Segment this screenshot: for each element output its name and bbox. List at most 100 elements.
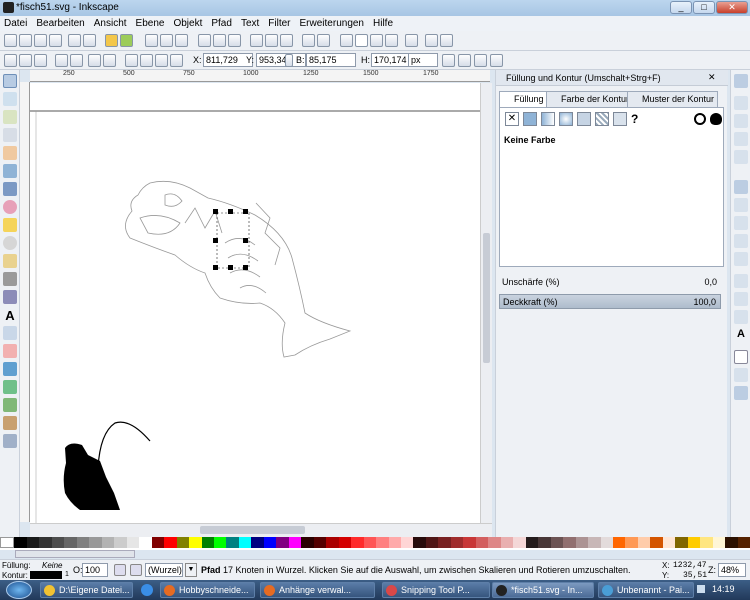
scale-corners-icon[interactable] xyxy=(458,54,471,67)
deselect-icon[interactable] xyxy=(34,54,47,67)
blur-row[interactable]: Unschärfe (%) 0,0 xyxy=(499,275,721,290)
layer-select[interactable]: (Wurzel) xyxy=(145,563,183,577)
lower-icon[interactable] xyxy=(155,54,168,67)
taskbar-item-firefox-1[interactable]: Hobbyschneide... xyxy=(160,582,255,598)
snap-midpoints-icon[interactable] xyxy=(734,274,748,288)
palette-swatch[interactable] xyxy=(525,537,539,548)
calligraphy-tool-icon[interactable] xyxy=(3,290,17,304)
select-all-icon[interactable] xyxy=(4,54,17,67)
palette-swatch[interactable] xyxy=(463,537,476,548)
palette-swatch[interactable] xyxy=(612,537,626,548)
palette-swatch[interactable] xyxy=(563,537,576,548)
palette-swatch[interactable] xyxy=(351,537,364,548)
taskbar-item-firefox-2[interactable]: Anhänge verwal... xyxy=(260,582,375,598)
export-icon[interactable] xyxy=(83,34,96,47)
close-panel-icon[interactable]: ✕ xyxy=(708,72,716,83)
start-button[interactable] xyxy=(6,581,32,599)
zoom-field[interactable]: 48% xyxy=(718,563,746,577)
taskbar-item-paint[interactable]: Unbenannt - Pai... xyxy=(598,582,694,598)
spray-tool-icon[interactable] xyxy=(3,326,17,340)
palette-swatch[interactable] xyxy=(276,537,289,548)
vertical-scrollbar[interactable] xyxy=(480,83,492,523)
palette-swatch[interactable] xyxy=(725,537,738,548)
palette-swatch[interactable] xyxy=(625,537,638,548)
palette-swatch[interactable] xyxy=(189,537,202,548)
palette-swatch[interactable] xyxy=(650,537,663,548)
palette-swatch[interactable] xyxy=(401,537,414,548)
mesh-tool-icon[interactable] xyxy=(3,398,17,412)
palette-swatch[interactable] xyxy=(288,537,302,548)
layer-visibility-icon[interactable] xyxy=(114,564,126,576)
menu-text[interactable]: Text xyxy=(241,16,259,31)
menu-filter[interactable]: Filter xyxy=(268,16,290,31)
text-font-icon[interactable] xyxy=(355,34,368,47)
preferences-icon[interactable] xyxy=(405,34,418,47)
stroke-width[interactable]: 1 xyxy=(65,571,69,578)
clone-icon[interactable] xyxy=(265,34,278,47)
opacity-field[interactable]: 100 xyxy=(82,563,108,577)
palette-swatch[interactable] xyxy=(164,537,177,548)
palette-swatch[interactable] xyxy=(238,537,252,548)
duplicate-icon[interactable] xyxy=(250,34,263,47)
snap-bbox-midpoint-icon[interactable] xyxy=(734,150,748,164)
palette-swatch[interactable] xyxy=(101,537,115,548)
palette-swatch[interactable] xyxy=(313,537,327,548)
menu-objekt[interactable]: Objekt xyxy=(173,16,202,31)
close-button[interactable]: ✕ xyxy=(716,1,748,14)
swatch-icon[interactable] xyxy=(613,112,627,126)
import-icon[interactable] xyxy=(68,34,81,47)
palette-swatch[interactable] xyxy=(600,537,613,548)
gradient-tool-icon[interactable] xyxy=(3,380,17,394)
palette-swatch[interactable] xyxy=(326,537,339,548)
palette-swatch[interactable] xyxy=(14,537,27,548)
zoom-tool-icon[interactable] xyxy=(3,128,17,142)
connector-tool-icon[interactable] xyxy=(3,434,17,448)
document-properties-icon[interactable] xyxy=(425,34,438,47)
palette-swatch[interactable] xyxy=(550,537,564,548)
menu-erweiterungen[interactable]: Erweiterungen xyxy=(300,16,364,31)
palette-swatch[interactable] xyxy=(438,537,451,548)
zoom-page-icon[interactable] xyxy=(228,34,241,47)
clock[interactable]: 14:19 xyxy=(712,584,735,594)
snap-guide-icon[interactable] xyxy=(734,386,748,400)
palette-swatch[interactable] xyxy=(538,537,551,548)
pencil-tool-icon[interactable] xyxy=(3,254,17,268)
redo-icon[interactable] xyxy=(120,34,133,47)
open-icon[interactable] xyxy=(19,34,32,47)
eraser-tool-icon[interactable] xyxy=(3,344,17,358)
palette-swatch[interactable] xyxy=(89,537,102,548)
star-tool-icon[interactable] xyxy=(3,218,17,232)
zoom-selection-icon[interactable] xyxy=(198,34,211,47)
taskbar-item-explorer[interactable]: D:\Eigene Datei... xyxy=(40,582,133,598)
pattern-icon[interactable] xyxy=(595,112,609,126)
palette-swatch[interactable] xyxy=(213,537,227,548)
drawing-svg[interactable] xyxy=(30,83,480,523)
unlink-clone-icon[interactable] xyxy=(280,34,293,47)
no-paint-icon[interactable]: ✕ xyxy=(505,112,519,126)
palette-swatch[interactable] xyxy=(675,537,688,548)
snap-intersections-icon[interactable] xyxy=(734,216,748,230)
unit-select[interactable]: px xyxy=(408,53,438,67)
selector-tool-icon[interactable] xyxy=(3,74,17,88)
menu-ansicht[interactable]: Ansicht xyxy=(94,16,127,31)
transform-icon[interactable] xyxy=(440,34,453,47)
snap-page-border-icon[interactable] xyxy=(734,350,748,364)
menu-pfad[interactable]: Pfad xyxy=(211,16,232,31)
pen-tool-icon[interactable] xyxy=(3,272,17,286)
palette-swatch[interactable] xyxy=(114,537,127,548)
snap-grid-icon[interactable] xyxy=(734,368,748,382)
layer-lock-icon[interactable] xyxy=(130,564,142,576)
palette-swatch[interactable] xyxy=(737,537,750,548)
fish-skeleton-path[interactable] xyxy=(125,180,352,358)
opacity-row[interactable]: Deckkraft (%) 100,0 xyxy=(499,294,721,309)
unset-paint-icon[interactable]: ? xyxy=(631,112,638,126)
snap-bbox-icon[interactable] xyxy=(734,96,748,110)
tweak-tool-icon[interactable] xyxy=(3,110,17,124)
radial-gradient-icon[interactable] xyxy=(559,112,573,126)
selection-handles[interactable] xyxy=(213,209,248,270)
spiral-tool-icon[interactable] xyxy=(3,236,17,250)
blur-value[interactable]: 0,0 xyxy=(704,277,717,288)
drawing-canvas[interactable] xyxy=(30,83,480,523)
bucket-tool-icon[interactable] xyxy=(3,362,17,376)
palette-swatch[interactable] xyxy=(51,537,65,548)
